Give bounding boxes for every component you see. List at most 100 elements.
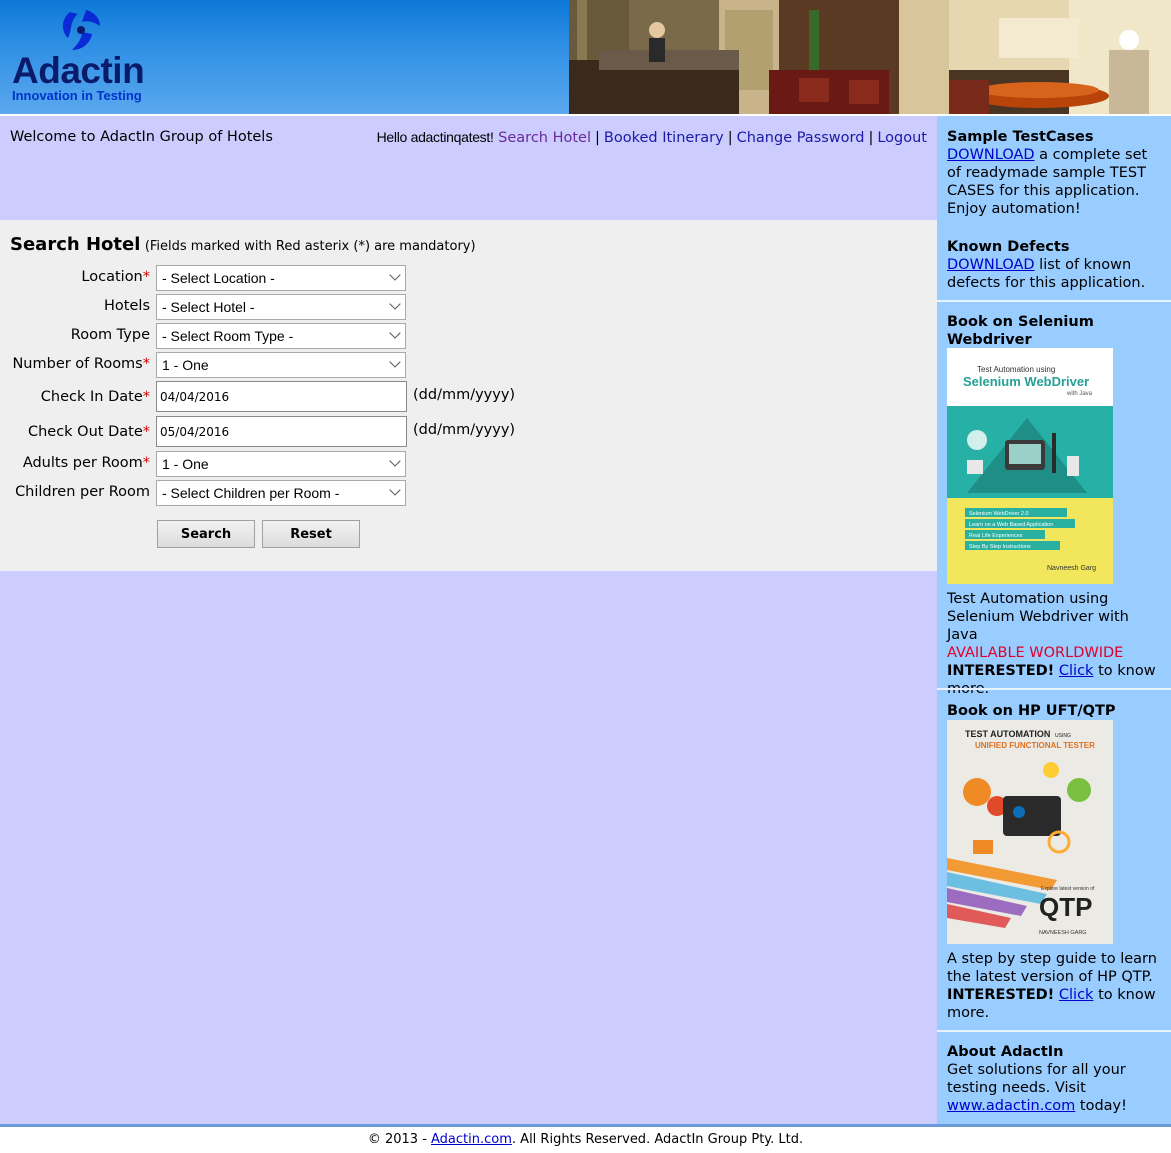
qtp-book-heading: Book on HP UFT/QTP: [947, 703, 1116, 719]
checkin-label: Check In Date*: [40, 389, 150, 405]
checkin-format-hint: (dd/mm/yyyy): [413, 387, 516, 403]
about-heading: About AdactIn: [947, 1044, 1064, 1060]
rooms-select[interactable]: 1 - One: [156, 352, 406, 378]
selenium-cover-title: Selenium WebDriver: [963, 374, 1089, 389]
selenium-book-description: Test Automation using Selenium Webdriver…: [947, 591, 1129, 643]
rooms-row: Number of Rooms* 1 - One: [0, 352, 600, 378]
adactin-website-link[interactable]: www.adactin.com: [947, 1098, 1075, 1114]
site-header: Adactin Innovation in Testing: [0, 0, 1171, 114]
children-select[interactable]: - Select Children per Room -: [156, 480, 406, 506]
about-tail: today!: [1075, 1098, 1127, 1114]
nav-separator: |: [868, 130, 874, 146]
nav-booked-itinerary[interactable]: Booked Itinerary: [604, 130, 724, 146]
selenium-cover-subtitle: with Java: [1066, 391, 1093, 397]
qtp-book-details: A step by step guide to learn the latest…: [937, 950, 1171, 1022]
hotel-lobby-banner: [569, 0, 1171, 114]
sidebar-divider: [937, 1030, 1171, 1032]
main-content: Welcome to AdactIn Group of Hotels Hello…: [0, 116, 937, 1124]
hotels-row: Hotels - Select Hotel -: [0, 294, 600, 320]
checkin-row: Check In Date* 04/04/2016 (dd/mm/yyyy): [0, 381, 600, 412]
known-defects-section: Known Defects DOWNLOAD list of known def…: [937, 238, 1171, 292]
room-type-row: Room Type - Select Room Type -: [0, 323, 600, 349]
defects-download-link[interactable]: DOWNLOAD: [947, 257, 1035, 273]
children-label: Children per Room: [15, 484, 150, 500]
form-title: Search Hotel (Fields marked with Red ast…: [10, 234, 476, 255]
page-title: Search Hotel: [10, 234, 141, 255]
sample-testcases-heading: Sample TestCases: [947, 129, 1094, 145]
selenium-cover-bullet: Step By Step Instructions: [969, 544, 1031, 550]
sample-testcases-section: Sample TestCases DOWNLOAD a complete set…: [937, 128, 1171, 218]
adults-label: Adults per Room*: [22, 455, 150, 471]
search-hotel-form: Search Hotel (Fields marked with Red ast…: [0, 220, 937, 571]
nav-search-hotel[interactable]: Search Hotel: [498, 130, 591, 146]
selenium-cover-small-title: Test Automation using: [977, 365, 1055, 374]
top-nav: Hello adactinqatest! Search Hotel | Booked…: [377, 129, 927, 146]
qtp-cover-author: NAVNEESH GARG: [1039, 930, 1087, 936]
welcome-text: Welcome to AdactIn Group of Hotels: [10, 129, 273, 145]
about-section: About AdactIn Get solutions for all your…: [937, 1043, 1171, 1115]
nav-change-password[interactable]: Change Password: [737, 130, 865, 146]
hotels-select[interactable]: - Select Hotel -: [156, 294, 406, 320]
qtp-click-link[interactable]: Click: [1059, 987, 1094, 1003]
right-sidebar: Sample TestCases DOWNLOAD a complete set…: [937, 116, 1171, 1124]
footer-rights: . All Rights Reserved. AdactIn Group Pty…: [511, 1132, 804, 1147]
logo-wordmark: Adactin: [12, 50, 145, 91]
qtp-cover-using: USING: [1055, 733, 1071, 739]
selenium-book-cover[interactable]: Test Automation using Selenium WebDriver…: [947, 348, 1113, 584]
selenium-book-section: Book on Selenium Webdriver: [937, 313, 1171, 349]
checkout-row: Check Out Date* 05/04/2016 (dd/mm/yyyy): [0, 416, 600, 447]
footer: © 2013 - Adactin.com. All Rights Reserve…: [0, 1132, 1171, 1147]
mandatory-note: (Fields marked with Red asterix (*) are …: [144, 239, 476, 254]
chevron-down-icon: [389, 327, 401, 339]
interested-label: INTERESTED!: [947, 987, 1055, 1003]
nav-separator: |: [727, 130, 733, 146]
room-type-label: Room Type: [70, 327, 150, 343]
qtp-book-section: Book on HP UFT/QTP: [937, 702, 1171, 720]
search-button[interactable]: Search: [157, 520, 255, 548]
checkin-date-input[interactable]: 04/04/2016: [156, 381, 407, 412]
adults-select[interactable]: 1 - One: [156, 451, 406, 477]
sidebar-divider: [937, 300, 1171, 302]
qtp-cover-logo-text: QTP: [1039, 892, 1092, 922]
sidebar-divider: [937, 688, 1171, 690]
about-text: Get solutions for all your testing needs…: [947, 1062, 1126, 1096]
sample-download-link[interactable]: DOWNLOAD: [947, 147, 1035, 163]
qtp-book-cover[interactable]: TEST AUTOMATION USING UNIFIED FUNCTIONAL…: [947, 720, 1113, 944]
logo-tagline: Innovation in Testing: [12, 88, 142, 103]
checkout-format-hint: (dd/mm/yyyy): [413, 422, 516, 438]
qtp-cover-small-title: TEST AUTOMATION: [965, 729, 1050, 739]
reset-button[interactable]: Reset: [262, 520, 360, 548]
chevron-down-icon: [389, 298, 401, 310]
hello-user: Hello adactinqatest!: [376, 129, 494, 145]
chevron-down-icon: [389, 356, 401, 368]
logo-swirl-icon: [62, 10, 100, 50]
room-type-select[interactable]: - Select Room Type -: [156, 323, 406, 349]
selenium-cover-bullet: Learn on a Web Based Application: [969, 522, 1053, 528]
footer-divider: [0, 1124, 1171, 1127]
chevron-down-icon: [389, 455, 401, 467]
location-select[interactable]: - Select Location -: [156, 265, 406, 291]
selenium-book-heading: Book on Selenium Webdriver: [947, 314, 1094, 348]
footer-copyright: © 2013 -: [367, 1132, 432, 1147]
known-defects-heading: Known Defects: [947, 239, 1070, 255]
chevron-down-icon: [389, 269, 401, 281]
nav-logout[interactable]: Logout: [877, 130, 927, 146]
footer-adactin-link[interactable]: Adactin.com: [431, 1132, 512, 1147]
selenium-book-details: Test Automation using Selenium Webdriver…: [937, 590, 1171, 698]
rooms-label: Number of Rooms*: [12, 356, 150, 372]
selenium-cover-bullet: Selenium WebDriver 2.0: [969, 511, 1029, 517]
location-label: Location*: [81, 269, 150, 285]
selenium-click-link[interactable]: Click: [1059, 663, 1094, 679]
qtp-book-description: A step by step guide to learn the latest…: [947, 951, 1157, 985]
checkout-label: Check Out Date*: [27, 424, 150, 440]
children-row: Children per Room - Select Children per …: [0, 480, 600, 506]
chevron-down-icon: [389, 484, 401, 496]
available-worldwide: AVAILABLE WORLDWIDE: [947, 645, 1124, 661]
hotels-label: Hotels: [104, 298, 150, 314]
qtp-cover-title: UNIFIED FUNCTIONAL TESTER: [975, 741, 1095, 750]
nav-separator: |: [595, 130, 600, 146]
checkout-date-input[interactable]: 05/04/2016: [156, 416, 407, 447]
location-row: Location* - Select Location -: [0, 265, 600, 291]
selenium-cover-bullet: Real Life Experiences: [969, 533, 1023, 539]
adactin-logo[interactable]: Adactin Innovation in Testing: [8, 6, 158, 106]
